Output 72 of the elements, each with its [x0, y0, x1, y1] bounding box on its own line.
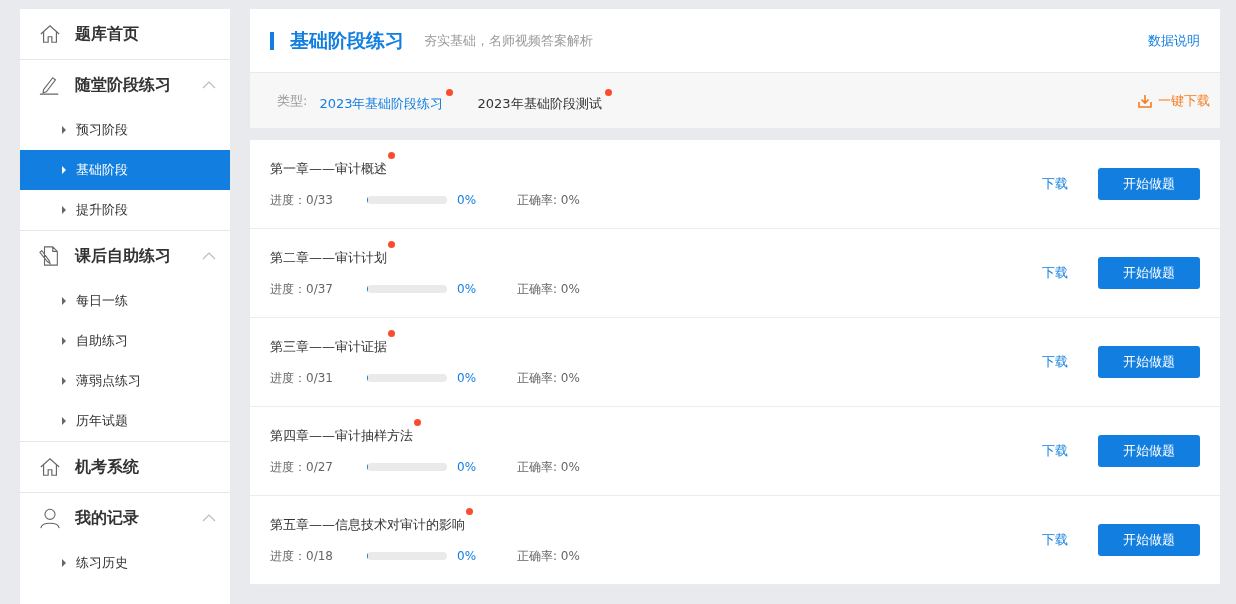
section-label: 随堂阶段练习 — [75, 74, 172, 96]
progress-count: 进度：0/37 — [270, 280, 334, 298]
home-icon — [39, 23, 61, 45]
download-icon — [1138, 93, 1152, 108]
type-label: 类型: — [277, 91, 308, 110]
accuracy-text: 正确率: 0% — [517, 280, 580, 298]
sidebar-item[interactable]: 自助练习 — [20, 321, 230, 361]
sidebar-section-header[interactable]: 题库首页 — [20, 9, 230, 59]
start-practice-button[interactable]: 开始做题 — [1098, 435, 1200, 467]
home-icon — [39, 456, 61, 478]
progress-count: 进度：0/33 — [270, 191, 334, 209]
sidebar-item[interactable]: 历年试题 — [20, 401, 230, 441]
start-practice-button[interactable]: 开始做题 — [1098, 257, 1200, 289]
progress-percent: 0% — [457, 193, 478, 207]
type-tab[interactable]: 2023年基础阶段测试 — [477, 88, 612, 113]
section-label: 机考系统 — [75, 456, 140, 478]
download-link[interactable]: 下载 — [1042, 175, 1068, 193]
progress-percent: 0% — [457, 282, 478, 296]
download-link[interactable]: 下载 — [1042, 442, 1068, 460]
user-icon — [39, 507, 61, 529]
caret-right-icon — [62, 417, 66, 425]
caret-right-icon — [62, 297, 66, 305]
sidebar-item[interactable]: 基础阶段 — [20, 150, 230, 190]
start-practice-button[interactable]: 开始做题 — [1098, 524, 1200, 556]
download-link[interactable]: 下载 — [1042, 353, 1068, 371]
accuracy-text: 正确率: 0% — [517, 458, 580, 476]
chapter-title: 第二章——审计计划 — [270, 248, 387, 267]
chapter-title: 第四章——审计抽样方法 — [270, 426, 413, 445]
caret-right-icon — [62, 166, 66, 174]
chapter-title: 第五章——信息技术对审计的影响 — [270, 515, 465, 534]
data-info-link[interactable]: 数据说明 — [1148, 31, 1200, 50]
page-subtitle: 夯实基础，名师视频答案解析 — [424, 31, 594, 50]
accuracy-text: 正确率: 0% — [517, 191, 580, 209]
sidebar-item[interactable]: 每日一练 — [20, 281, 230, 321]
page-title: 基础阶段练习 — [290, 27, 404, 53]
chapter-title: 第一章——审计概述 — [270, 159, 387, 178]
progress-percent: 0% — [457, 549, 478, 563]
sidebar-section-header[interactable]: 机考系统 — [20, 442, 230, 492]
start-practice-button[interactable]: 开始做题 — [1098, 168, 1200, 200]
document-pencil-icon — [39, 245, 61, 267]
type-tab[interactable]: 2023年基础阶段练习 — [319, 88, 454, 113]
sidebar-section-header[interactable]: 随堂阶段练习 — [20, 60, 230, 110]
section-label: 我的记录 — [75, 507, 140, 529]
progress-count: 进度：0/18 — [270, 547, 334, 565]
caret-right-icon — [62, 206, 66, 214]
chapter-title: 第三章——审计证据 — [270, 337, 387, 356]
sidebar-item[interactable]: 预习阶段 — [20, 110, 230, 150]
start-practice-button[interactable]: 开始做题 — [1098, 346, 1200, 378]
progress-count: 进度：0/27 — [270, 458, 334, 476]
chevron-up-icon[interactable] — [202, 514, 216, 522]
progress-count: 进度：0/31 — [270, 369, 334, 387]
sidebar-section-header[interactable]: 课后自助练习 — [20, 231, 230, 281]
sidebar-item[interactable]: 练习历史 — [20, 543, 230, 583]
sidebar-item[interactable]: 薄弱点练习 — [20, 361, 230, 401]
accuracy-text: 正确率: 0% — [517, 369, 580, 387]
pencil-icon — [39, 74, 61, 96]
progress-percent: 0% — [457, 460, 478, 474]
chevron-up-icon[interactable] — [202, 81, 216, 89]
sidebar-item[interactable]: 提升阶段 — [20, 190, 230, 230]
accuracy-text: 正确率: 0% — [517, 547, 580, 565]
caret-right-icon — [62, 126, 66, 134]
progress-percent: 0% — [457, 371, 478, 385]
download-link[interactable]: 下载 — [1042, 531, 1068, 549]
section-label: 题库首页 — [75, 23, 140, 45]
caret-right-icon — [62, 377, 66, 385]
section-label: 课后自助练习 — [75, 245, 172, 267]
download-all-link[interactable]: 一键下载 — [1138, 91, 1210, 110]
chevron-up-icon[interactable] — [202, 252, 216, 260]
download-link[interactable]: 下载 — [1042, 264, 1068, 282]
caret-right-icon — [62, 337, 66, 345]
caret-right-icon — [62, 559, 66, 567]
sidebar-section-header[interactable]: 我的记录 — [20, 493, 230, 543]
